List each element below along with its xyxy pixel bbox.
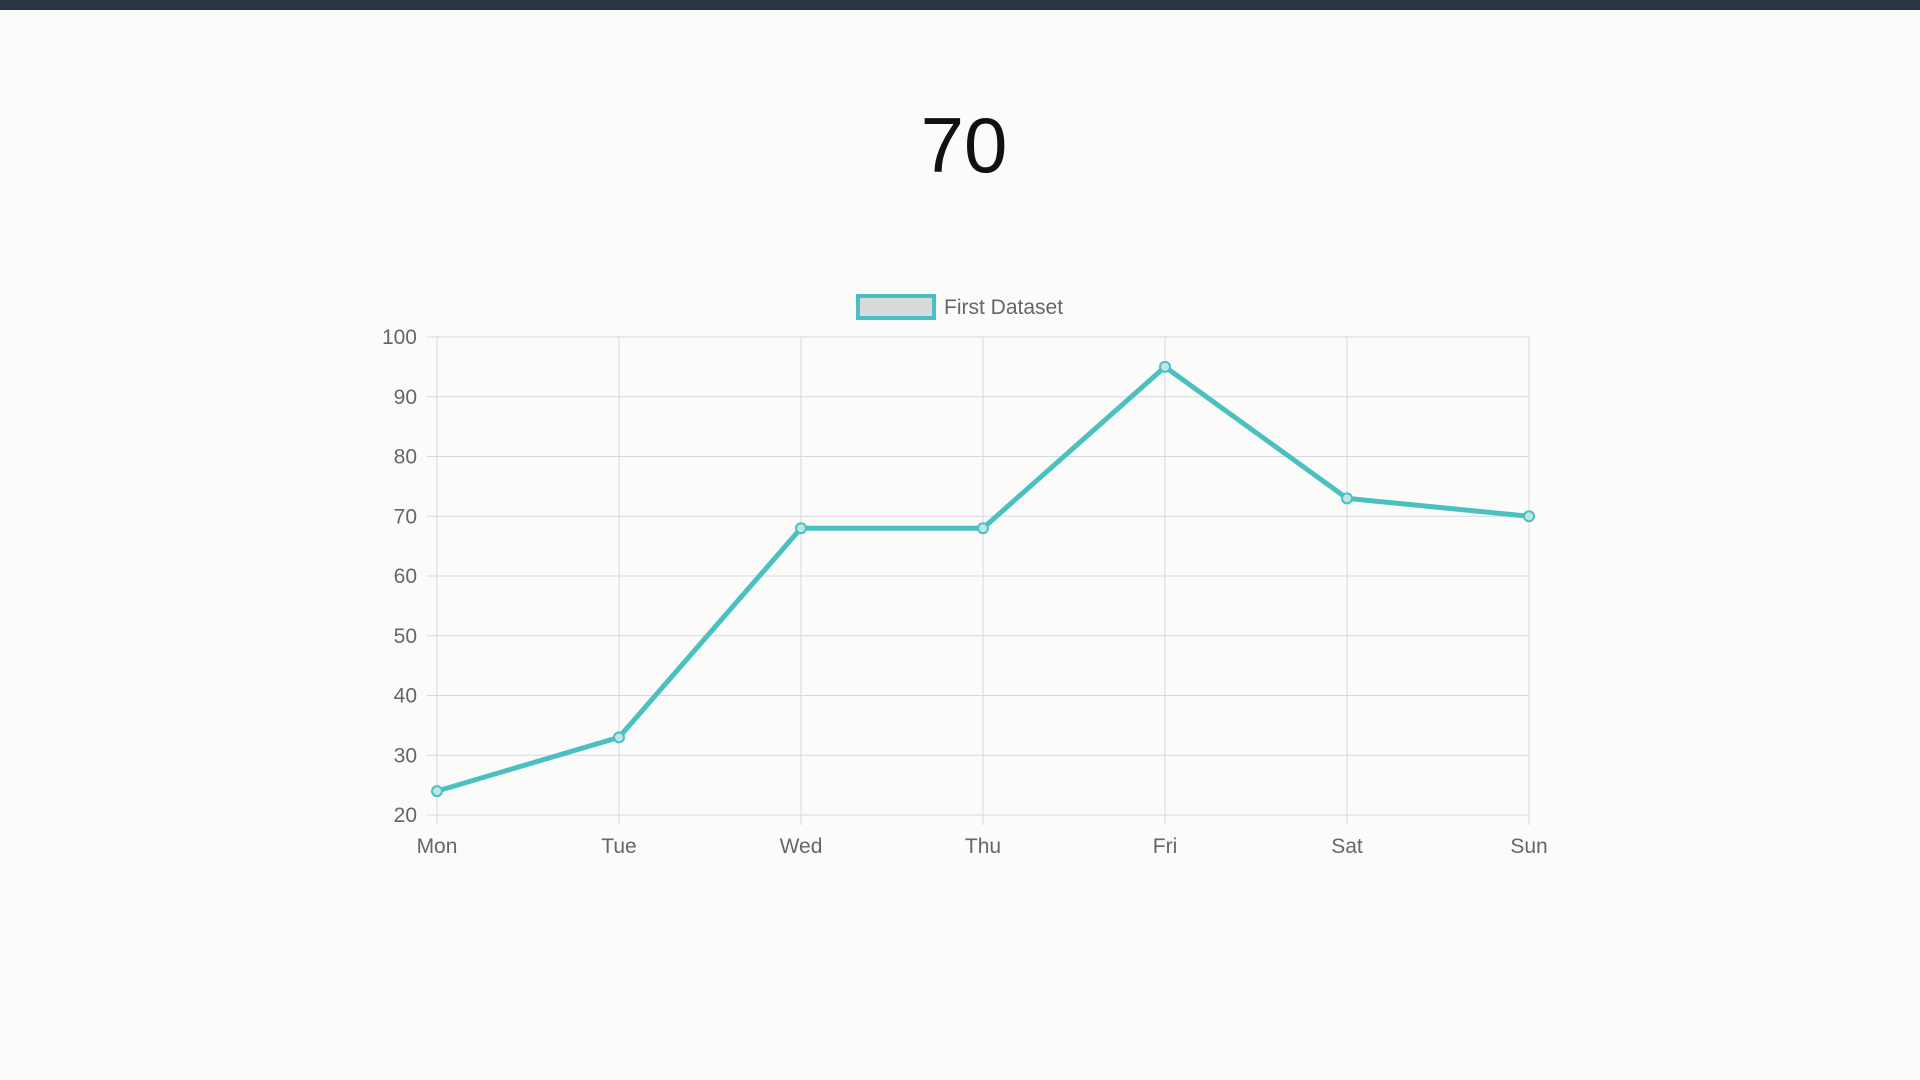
data-point-mon[interactable] [431,785,443,798]
chart-legend[interactable]: First Dataset [856,294,1063,320]
data-point-wed[interactable] [795,522,807,535]
legend-label[interactable]: First Dataset [944,296,1063,319]
chart-grid [427,336,1530,825]
y-tick-label: 30 [394,744,417,767]
data-point-fri[interactable] [1159,360,1171,373]
y-tick-label: 50 [394,625,417,648]
y-tick-label: 70 [394,505,417,528]
y-tick-label: 90 [394,386,417,409]
data-point-sun[interactable] [1523,510,1535,523]
data-point-sat[interactable] [1341,492,1353,505]
legend-swatch[interactable] [856,294,936,320]
x-tick-label: Wed [780,835,823,858]
y-axis: 100 90 80 70 60 50 40 30 20 [382,326,417,827]
x-tick-label: Mon [417,835,458,858]
data-point-tue[interactable] [613,731,625,744]
line-chart: First Dataset 100 90 80 70 60 50 40 30 20 Mon Tue… [382,294,1548,858]
y-tick-label: 80 [394,446,417,469]
x-tick-label: Sun [1510,835,1547,858]
y-tick-label: 20 [394,804,417,827]
x-tick-label: Sat [1331,835,1363,858]
y-tick-label: 100 [382,326,417,349]
y-tick-label: 40 [394,685,417,708]
y-tick-label: 60 [394,565,417,588]
x-tick-label: Tue [601,835,636,858]
x-tick-label: Fri [1153,835,1178,858]
data-point-thu[interactable] [977,522,989,535]
x-tick-label: Thu [965,835,1001,858]
x-axis: Mon Tue Wed Thu Fri Sat Sun [417,835,1548,858]
